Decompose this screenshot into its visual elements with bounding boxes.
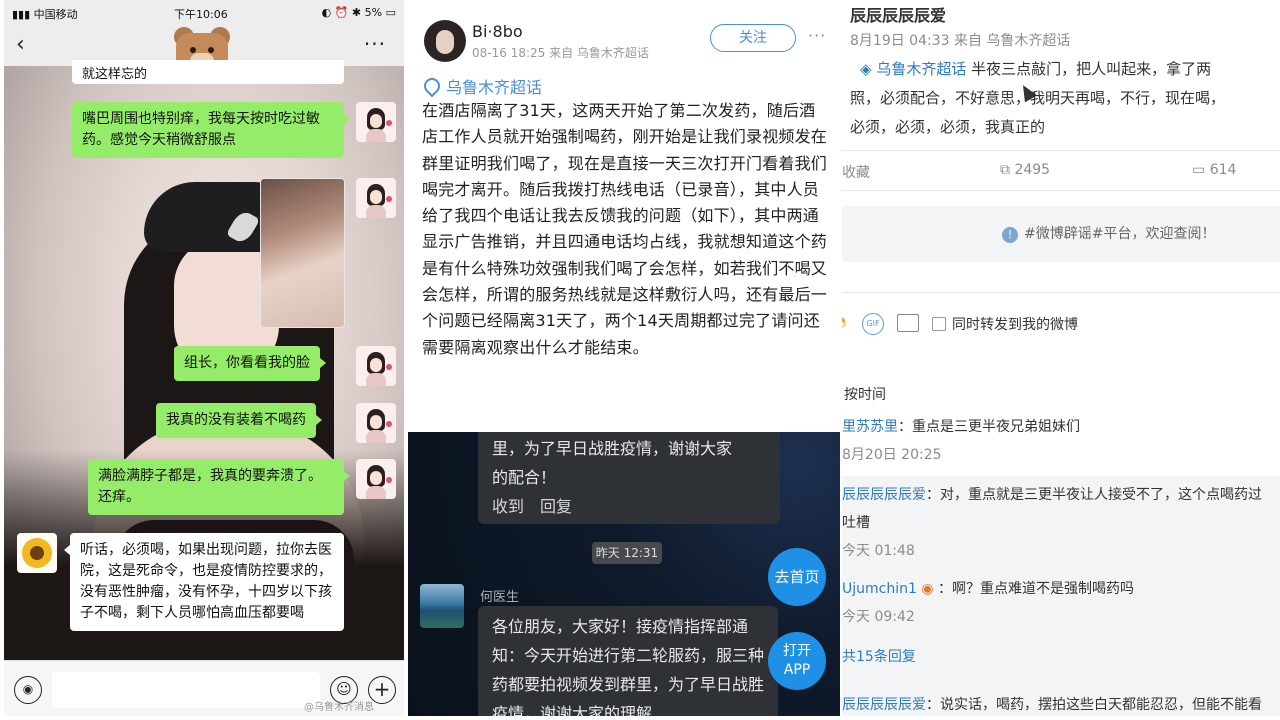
comment-icon: ▭ — [1192, 162, 1210, 178]
watermark: @乌鲁木齐消息 — [304, 702, 374, 713]
comment-time: 8月20日 20:25 — [842, 447, 942, 463]
comment-user[interactable]: 辰辰辰辰辰爱 — [842, 697, 926, 713]
go-home-button[interactable]: 去首页 — [768, 548, 826, 606]
notice-text[interactable]: ! #微博辟谣#平台，欢迎查阅！ — [1002, 223, 1215, 243]
gif-icon[interactable]: GIF — [862, 313, 884, 335]
follow-button[interactable]: 关注 — [710, 24, 796, 52]
message-sent[interactable]: 我真的没有装着不喝药 — [156, 403, 322, 438]
sunflower-avatar[interactable] — [17, 533, 57, 573]
my-avatar[interactable] — [356, 178, 396, 218]
info-icon: ! — [1002, 227, 1018, 243]
carrier-label: ▮▮▮ 中国移动 — [12, 8, 78, 21]
sender-name: 何医生 — [480, 590, 520, 605]
comment-3: Ujumchin1 ◉ ：啊？重点难道不是强制喝药吗 — [842, 581, 1135, 597]
message-input[interactable] — [52, 672, 320, 708]
message-sent[interactable]: 满脸满脖子都是，我真的要奔溃了。还痒。 — [88, 459, 350, 515]
chat-timestamp: 昨天 12:31 — [592, 542, 662, 564]
repost-icon: ⧉ — [1000, 162, 1015, 178]
post-meta: 8月19日 04:33 来自 乌鲁木齐超话 — [850, 33, 1071, 49]
collage: ▮▮▮ 中国移动 下午10:06 ◐ ⏰ ✱ 5% ▭ ‹ ··· 就这样忘的 … — [0, 0, 1280, 720]
post-line-3: 必须，必须，必须，我真正的 — [850, 118, 1046, 136]
comment-button[interactable]: ▭ 614 — [1192, 162, 1236, 178]
my-avatar[interactable] — [356, 403, 396, 443]
emoji-icon[interactable]: ◔ — [842, 314, 846, 330]
repost-checkbox[interactable]: 同时转发到我的微博 — [932, 314, 1078, 334]
weibo-comments-panel: 辰辰辰辰辰爱 8月19日 04:33 来自 乌鲁木齐超话 ◈ 乌鲁木齐超话 半夜… — [842, 0, 1280, 716]
comment-4: 辰辰辰辰辰爱：说实话，喝药，摆拍这些白天都能忍忍，但能不能看 — [842, 697, 1262, 713]
user-avatar[interactable] — [424, 20, 466, 62]
chat-screenshot: 里，为了早日战胜疫情，谢谢大家 的配合！ 收到 回复 昨天 12:31 何医生 … — [408, 432, 840, 716]
comment-time: 今天 01:48 — [842, 543, 915, 559]
poster-name[interactable]: 辰辰辰辰辰爱 — [850, 2, 946, 26]
post-line-1: ◈ 乌鲁木齐超话 半夜三点敲门，把人叫起来，拿了两 — [860, 60, 1212, 78]
open-app-button[interactable]: 打开APP — [768, 632, 826, 690]
received-message-partial: 里，为了早日战胜疫情，谢谢大家 的配合！ 收到 回复 — [478, 432, 780, 524]
more-button[interactable]: ··· — [364, 32, 386, 56]
checkbox-icon — [932, 317, 946, 331]
badge-icon: ◉ — [916, 581, 939, 597]
repost-button[interactable]: ⧉ 2495 — [1000, 162, 1050, 178]
post-line-2: 照，必须配合，不好意思，我明天再喝，不行，现在喝， — [850, 89, 1226, 107]
message-partial: 就这样忘的 — [72, 60, 344, 84]
battery-label: ◐ ⏰ ✱ 5% ▭ — [321, 6, 396, 19]
wechat-chat-panel: ▮▮▮ 中国移动 下午10:06 ◐ ⏰ ✱ 5% ▭ ‹ ··· 就这样忘的 … — [4, 0, 404, 716]
comment-user[interactable]: Ujumchin1 — [842, 581, 917, 597]
collect-button[interactable]: 收藏 — [842, 162, 870, 182]
post-meta: 08-16 18:25 来自 乌鲁木齐超话 — [472, 46, 649, 60]
comment-2-cont: 吐槽 — [842, 515, 870, 531]
my-avatar[interactable] — [356, 346, 396, 386]
comment-2: 辰辰辰辰辰爱：对，重点就是三更半夜让人接受不了，这个点喝药过 — [842, 487, 1262, 503]
message-sent[interactable]: 组长，你看看我的脸 — [174, 346, 326, 381]
voice-icon[interactable]: ◉ — [14, 676, 42, 704]
photo-message[interactable] — [260, 178, 345, 328]
comment-user[interactable]: 辰辰辰辰辰爱 — [842, 487, 926, 503]
comment-user[interactable]: 里苏苏里 — [842, 419, 898, 435]
signal-icon: ▮▮▮ — [12, 8, 34, 21]
topic-link[interactable]: ◈ 乌鲁木齐超话 — [860, 60, 966, 78]
back-button[interactable]: ‹ — [16, 32, 25, 57]
more-options-icon[interactable]: ··· — [808, 26, 826, 45]
supertopic-icon — [420, 74, 444, 98]
comment-time: 今天 09:42 — [842, 609, 915, 625]
user-name[interactable]: Bi·8bo — [472, 22, 523, 41]
image-icon[interactable] — [897, 314, 919, 332]
message-received[interactable]: 听话，必须喝，如果出现问题，拉你去医院，这是死命令，也是疫情防控要求的，没有恶性… — [64, 533, 344, 631]
post-body: 在酒店隔离了31天，这两天开始了第二次发药，随后酒店工作人员就开始强制喝药，刚开… — [422, 101, 828, 357]
my-avatar[interactable] — [356, 459, 396, 499]
clock: 下午10:06 — [174, 8, 228, 21]
weibo-post-panel: Bi·8bo 08-16 18:25 来自 乌鲁木齐超话 关注 ··· 乌鲁木齐… — [408, 0, 840, 716]
comment-1: 里苏苏里：重点是三更半夜兄弟姐妹们 — [842, 419, 1080, 435]
my-avatar[interactable] — [356, 102, 396, 142]
doctor-avatar[interactable] — [420, 584, 464, 628]
message-sent[interactable]: 嘴巴周围也特别痒，我每天按时吃过敏药。感觉今天稍微舒服点 — [72, 102, 350, 158]
more-replies-link[interactable]: 共15条回复 — [842, 646, 916, 666]
sort-by-time[interactable]: 按时间 — [844, 384, 886, 404]
status-bar: ▮▮▮ 中国移动 下午10:06 ◐ ⏰ ✱ 5% ▭ — [4, 0, 404, 26]
received-message: 各位朋友，大家好！接疫情指挥部通知：今天开始进行第二轮服药，服三种药都要拍视频发… — [478, 606, 778, 716]
topic-link[interactable]: 乌鲁木齐超话 — [420, 74, 542, 98]
